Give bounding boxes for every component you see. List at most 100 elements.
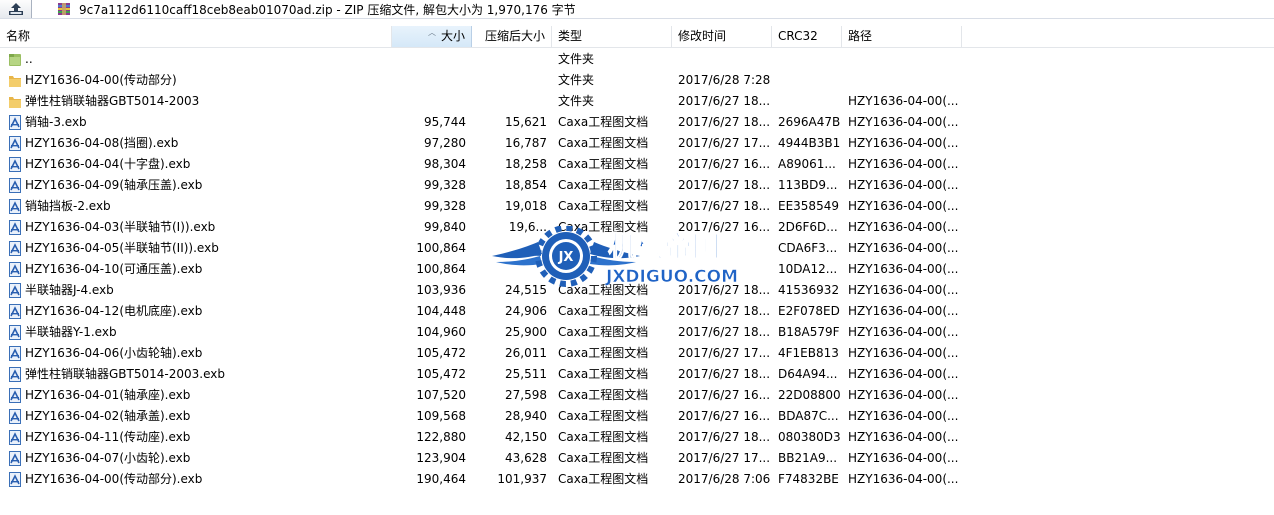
file-row[interactable]: .. 文件夹 [0, 49, 1274, 70]
file-type: Caxa工程图文档 [558, 367, 649, 381]
file-size: 97,280 [424, 136, 466, 150]
file-type [558, 259, 670, 280]
file-crc32: 10DA12... [778, 262, 838, 276]
file-modified: 2017/6/28 7:28 [678, 73, 771, 87]
column-header-path[interactable]: 路径 [842, 26, 962, 47]
file-crc32: 2696A47B [778, 115, 841, 129]
file-row[interactable]: HZY1636-04-08(挡圈).exb 97,280 16,787 Caxa工程图… [0, 133, 1274, 154]
exb-file-icon [8, 136, 22, 151]
file-type: Caxa工程图文档 [558, 283, 649, 297]
file-row[interactable]: HZY1636-04-05(半联轴节(II)).exb 100,864 CDA6F3… [0, 238, 1274, 259]
file-type: Caxa工程图文档 [558, 388, 649, 402]
file-modified: 2017/6/27 17... [678, 346, 771, 360]
file-name: HZY1636-04-01(轴承座).exb [25, 388, 191, 402]
file-row[interactable]: HZY1636-04-06(小齿轮轴).exb 105,472 26,011 Caxa… [0, 343, 1274, 364]
file-row[interactable]: HZY1636-04-00(传动部分).exb 190,464 101,937 Cax… [0, 469, 1274, 490]
up-folder-button[interactable] [0, 0, 32, 18]
column-header-crc32[interactable]: CRC32 [772, 26, 842, 47]
column-header-type[interactable]: 类型 [552, 26, 672, 47]
file-name: HZY1636-04-09(轴承压盖).exb [25, 178, 203, 192]
archive-window: 9c7a112d6110caff18ceb8eab01070ad.zip - Z… [0, 0, 1274, 515]
file-name: HZY1636-04-08(挡圈).exb [25, 136, 179, 150]
file-row[interactable]: 销轴-3.exb 95,744 15,621 Caxa工程图文档 2017/6/27 1… [0, 112, 1274, 133]
file-packed-size: 15,621 [505, 115, 547, 129]
file-crc32: 4944B3B1 [778, 136, 841, 150]
file-modified: 2017/6/27 18... [678, 94, 771, 108]
file-modified: 2017/6/27 17... [678, 136, 771, 150]
file-name: HZY1636-04-11(传动座).exb [25, 430, 191, 444]
file-packed-size: 27,598 [505, 388, 547, 402]
file-row[interactable]: HZY1636-04-09(轴承压盖).exb 99,328 18,854 Caxa工… [0, 175, 1274, 196]
file-crc32: D64A94... [778, 367, 838, 381]
file-row[interactable]: 销轴挡板-2.exb 99,328 19,018 Caxa工程图文档 2017/6/27… [0, 196, 1274, 217]
file-packed-size: 24,515 [505, 283, 547, 297]
file-row[interactable]: 半联轴器J-4.exb 103,936 24,515 Caxa工程图文档 2017/6/… [0, 280, 1274, 301]
file-size: 103,936 [416, 283, 466, 297]
file-name-cell: HZY1636-04-12(电机底座).exb [8, 301, 398, 322]
file-packed-size: 19,6... [508, 220, 547, 234]
file-type: Caxa工程图文档 [558, 136, 649, 150]
file-packed-size: 101,937 [497, 472, 547, 486]
file-packed-size [480, 91, 547, 112]
file-crc32 [778, 49, 842, 70]
file-packed-size: 28,940 [505, 409, 547, 423]
file-name-cell: HZY1636-04-08(挡圈).exb [8, 133, 398, 154]
file-modified [678, 259, 774, 280]
file-path: HZY1636-04-00(... [848, 220, 959, 234]
file-row[interactable]: HZY1636-04-02(轴承盖).exb 109,568 28,940 Caxa工… [0, 406, 1274, 427]
file-type: Caxa工程图文档 [558, 325, 649, 339]
file-crc32: 080380D3 [778, 430, 841, 444]
file-name-cell: 弹性柱销联轴器GBT5014-2003 [8, 91, 398, 112]
exb-file-icon [8, 241, 22, 256]
file-name: HZY1636-04-12(电机底座).exb [25, 304, 203, 318]
file-name-cell: HZY1636-04-00(传动部分) [8, 70, 398, 91]
exb-file-icon [8, 451, 22, 466]
file-name-cell: 销轴挡板-2.exb [8, 196, 398, 217]
column-header-row: 名称 ︿ 大小 压缩后大小 类型 修改时间 CRC32 路径 [0, 26, 1274, 48]
file-size: 99,328 [424, 199, 466, 213]
exb-file-icon [8, 115, 22, 130]
file-type: Caxa工程图文档 [558, 199, 649, 213]
file-crc32: BDA87C... [778, 409, 839, 423]
file-row[interactable]: 弹性柱销联轴器GBT5014-2003.exb 105,472 25,511 Caxa… [0, 364, 1274, 385]
file-type: Caxa工程图文档 [558, 430, 649, 444]
file-packed-size: 43,628 [505, 451, 547, 465]
file-size [398, 70, 466, 91]
file-modified: 2017/6/27 18... [678, 304, 771, 318]
file-type: 文件夹 [558, 73, 595, 87]
file-row[interactable]: HZY1636-04-01(轴承座).exb 107,520 27,598 Caxa工… [0, 385, 1274, 406]
file-row[interactable]: HZY1636-04-00(传动部分) 文件夹 2017/6/28 7:28 [0, 70, 1274, 91]
column-header-size[interactable]: ︿ 大小 [392, 26, 472, 47]
file-name-cell: 半联轴器J-4.exb [8, 280, 398, 301]
file-size [398, 49, 466, 70]
file-row[interactable]: HZY1636-04-07(小齿轮).exb 123,904 43,628 Caxa工… [0, 448, 1274, 469]
file-packed-size [480, 70, 547, 91]
file-path: HZY1636-04-00(... [848, 157, 959, 171]
column-header-name[interactable]: 名称 [0, 26, 392, 47]
file-path [848, 70, 960, 91]
file-row[interactable]: 半联轴器Y-1.exb 104,960 25,900 Caxa工程图文档 2017/6/… [0, 322, 1274, 343]
file-packed-size [480, 259, 547, 280]
file-row[interactable]: HZY1636-04-10(可通压盖).exb 100,864 10DA12... H… [0, 259, 1274, 280]
file-path: HZY1636-04-00(... [848, 388, 959, 402]
address-bar: 9c7a112d6110caff18ceb8eab01070ad.zip - Z… [0, 0, 1274, 19]
file-row[interactable]: HZY1636-04-12(电机底座).exb 104,448 24,906 Caxa… [0, 301, 1274, 322]
file-size: 105,472 [416, 346, 466, 360]
parent-folder-icon [8, 52, 22, 67]
file-row[interactable]: HZY1636-04-03(半联轴节(I)).exb 99,840 19,6... C… [0, 217, 1274, 238]
file-row[interactable]: 弹性柱销联轴器GBT5014-2003 文件夹 2017/6/27 18... HZY… [0, 91, 1274, 112]
file-type: Caxa工程图文档 [558, 409, 649, 423]
file-type: Caxa工程图文档 [558, 346, 649, 360]
exb-file-icon [8, 199, 22, 214]
exb-file-icon [8, 430, 22, 445]
file-row[interactable]: HZY1636-04-04(十字盘).exb 98,304 18,258 Caxa工程… [0, 154, 1274, 175]
column-header-packed-size[interactable]: 压缩后大小 [472, 26, 552, 47]
exb-file-icon [8, 157, 22, 172]
file-size: 98,304 [424, 157, 466, 171]
file-list: .. 文件夹 HZY1636-04-00(传动部分) 文件夹 2017/6/28 7:2… [0, 49, 1274, 490]
file-path: HZY1636-04-00(... [848, 367, 959, 381]
file-row[interactable]: HZY1636-04-11(传动座).exb 122,880 42,150 Caxa工… [0, 427, 1274, 448]
file-name-cell: HZY1636-04-06(小齿轮轴).exb [8, 343, 398, 364]
column-header-modified[interactable]: 修改时间 [672, 26, 772, 47]
file-crc32 [778, 70, 842, 91]
